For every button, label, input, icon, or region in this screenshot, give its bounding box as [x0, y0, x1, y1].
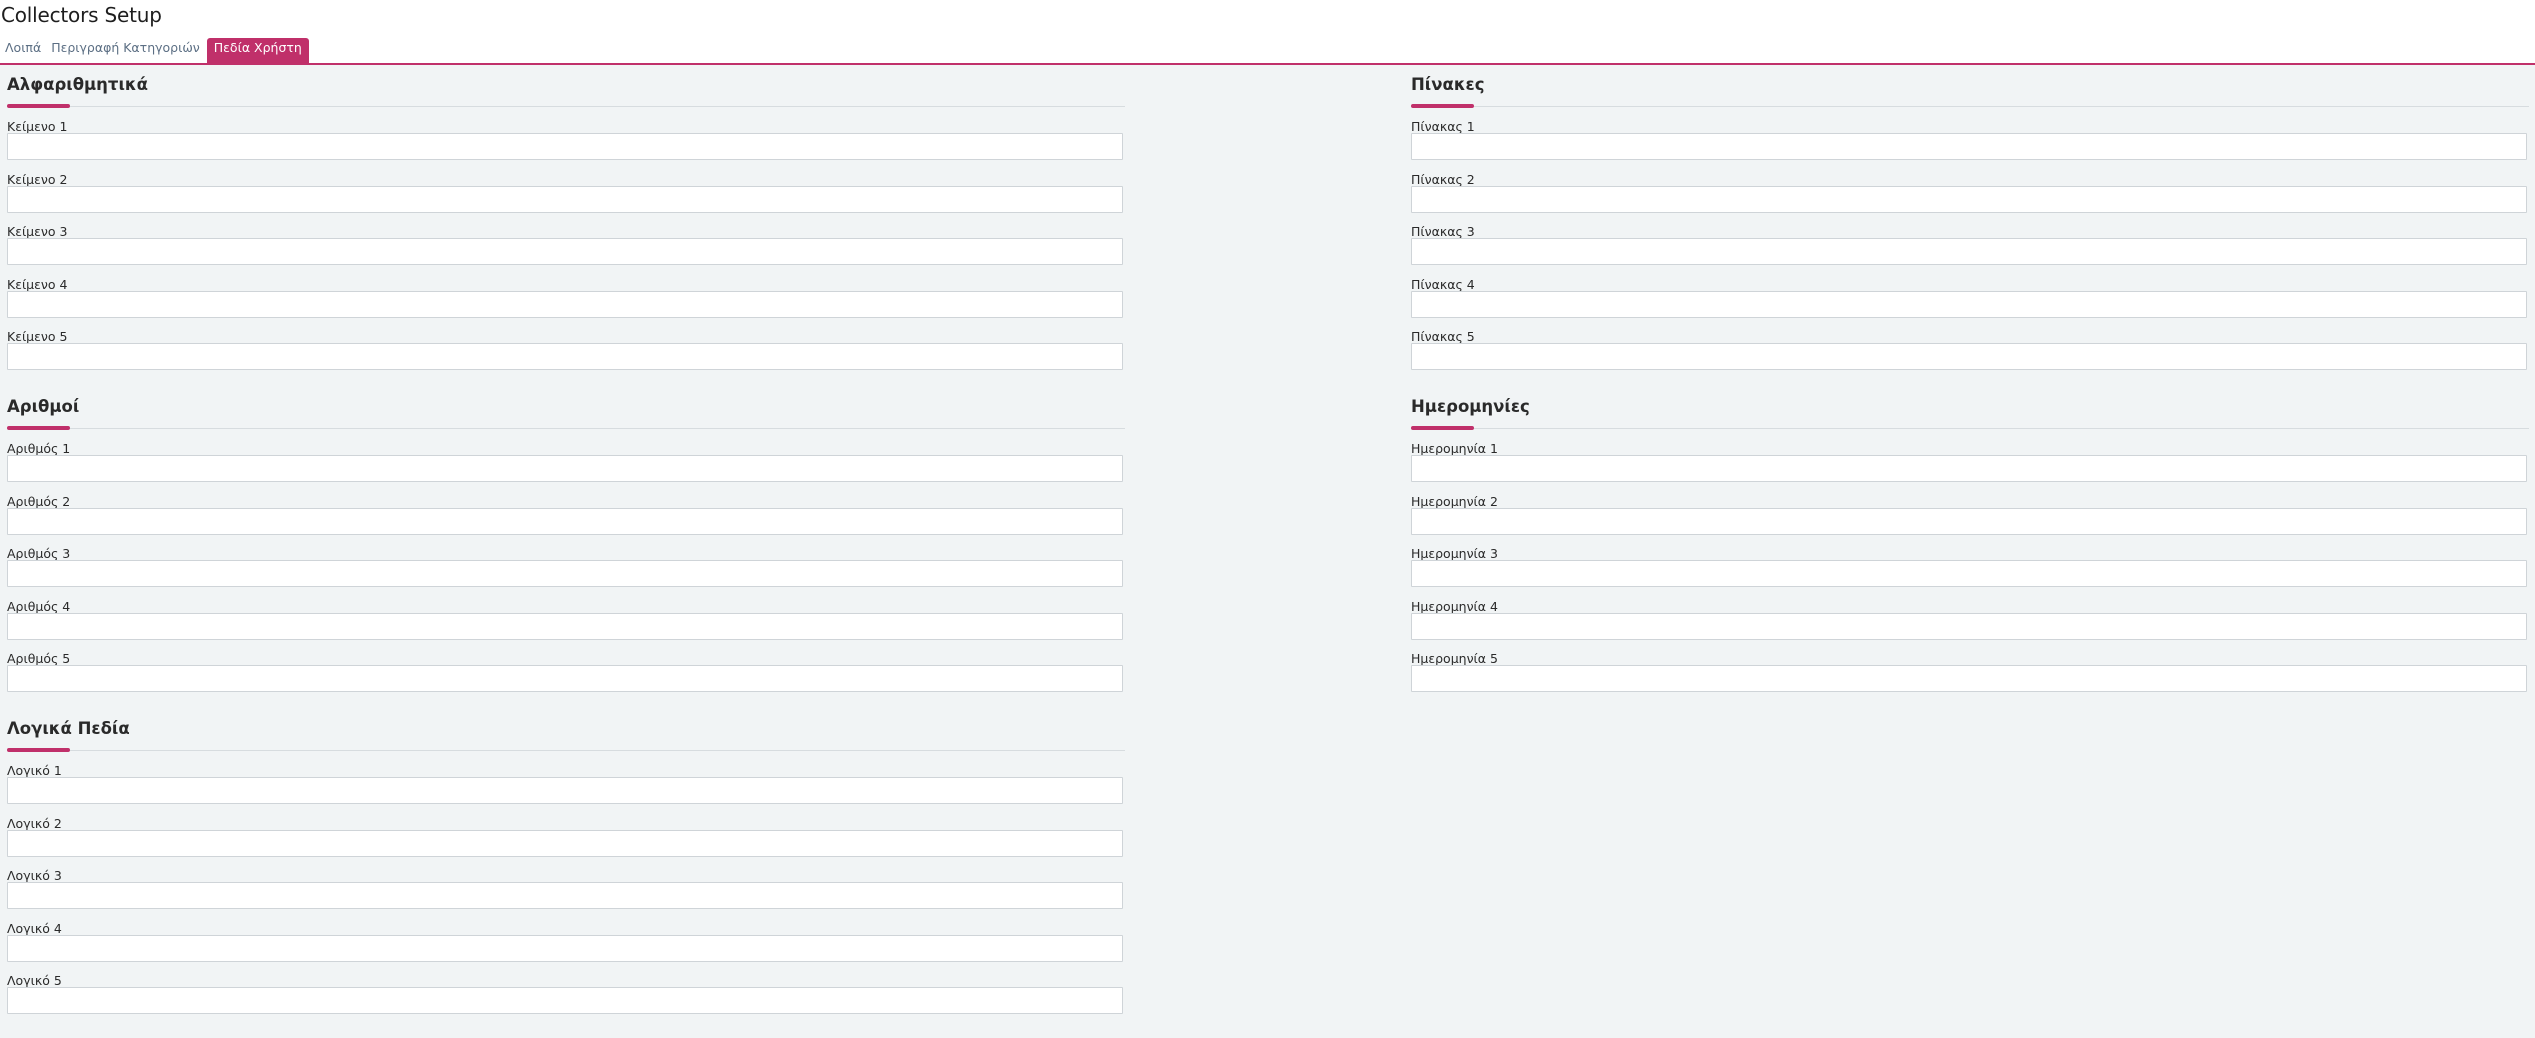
section-title: Λογικά Πεδία	[7, 719, 130, 738]
page-title: Collectors Setup	[1, 3, 162, 27]
table-3-input[interactable]	[1411, 238, 2527, 265]
field-label: Λογικό 4	[7, 921, 62, 936]
left-column: Αλφαριθμητικά Κείμενο 1 Κείμενο 2 Κείμεν…	[7, 63, 1125, 1029]
section-title: Πίνακες	[1411, 75, 1485, 94]
section-dates: Ημερομηνίες Ημερομηνία 1 Ημερομηνία 2 Ημ…	[1411, 385, 2529, 707]
field-label: Ημερομηνία 1	[1411, 441, 1498, 456]
field-label: Πίνακας 2	[1411, 172, 1475, 187]
field-label: Λογικό 5	[7, 973, 62, 988]
section-numbers: Αριθμοί Αριθμός 1 Αριθμός 2 Αριθμός 3 Αρ…	[7, 385, 1125, 707]
section-title: Ημερομηνίες	[1411, 397, 1530, 416]
section-divider	[1411, 106, 2529, 107]
date-1-input[interactable]	[1411, 455, 2527, 482]
section-title: Αριθμοί	[7, 397, 80, 416]
field-label: Κείμενο 2	[7, 172, 68, 187]
section-logical: Λογικά Πεδία Λογικό 1 Λογικό 2 Λογικό 3 …	[7, 707, 1125, 1029]
number-1-input[interactable]	[7, 455, 1123, 482]
logical-2-input[interactable]	[7, 830, 1123, 857]
right-column: Πίνακες Πίνακας 1 Πίνακας 2 Πίνακας 3 Πί…	[1411, 63, 2529, 707]
date-5-input[interactable]	[1411, 665, 2527, 692]
field-label: Λογικό 2	[7, 816, 62, 831]
section-accent-bar	[7, 748, 70, 752]
field-label: Κείμενο 5	[7, 329, 68, 344]
text-4-input[interactable]	[7, 291, 1123, 318]
header: Collectors Setup Λοιπά Περιγραφή Κατηγορ…	[0, 0, 2535, 65]
table-1-input[interactable]	[1411, 133, 2527, 160]
text-2-input[interactable]	[7, 186, 1123, 213]
field-label: Αριθμός 4	[7, 599, 71, 614]
field-label: Πίνακας 3	[1411, 224, 1475, 239]
field-label: Ημερομηνία 5	[1411, 651, 1498, 666]
field-label: Αριθμός 2	[7, 494, 71, 509]
field-label: Αριθμός 3	[7, 546, 71, 561]
table-4-input[interactable]	[1411, 291, 2527, 318]
number-2-input[interactable]	[7, 508, 1123, 535]
field-label: Ημερομηνία 3	[1411, 546, 1498, 561]
section-accent-bar	[1411, 426, 1474, 430]
section-alphanumeric: Αλφαριθμητικά Κείμενο 1 Κείμενο 2 Κείμεν…	[7, 63, 1125, 385]
date-3-input[interactable]	[1411, 560, 2527, 587]
table-2-input[interactable]	[1411, 186, 2527, 213]
number-3-input[interactable]	[7, 560, 1123, 587]
logical-5-input[interactable]	[7, 987, 1123, 1014]
tab-bar: Λοιπά Περιγραφή Κατηγοριών Πεδία Χρήστη	[0, 38, 309, 63]
field-label: Ημερομηνία 2	[1411, 494, 1498, 509]
logical-4-input[interactable]	[7, 935, 1123, 962]
section-divider	[7, 106, 1125, 107]
text-5-input[interactable]	[7, 343, 1123, 370]
date-2-input[interactable]	[1411, 508, 2527, 535]
table-5-input[interactable]	[1411, 343, 2527, 370]
section-accent-bar	[1411, 104, 1474, 108]
section-divider	[7, 428, 1125, 429]
field-label: Κείμενο 1	[7, 119, 68, 134]
field-label: Κείμενο 4	[7, 277, 68, 292]
number-4-input[interactable]	[7, 613, 1123, 640]
field-label: Αριθμός 5	[7, 651, 71, 666]
section-accent-bar	[7, 104, 70, 108]
field-label: Πίνακας 1	[1411, 119, 1475, 134]
number-5-input[interactable]	[7, 665, 1123, 692]
field-label: Κείμενο 3	[7, 224, 68, 239]
section-accent-bar	[7, 426, 70, 430]
tab-user-fields[interactable]: Πεδία Χρήστη	[206, 38, 309, 63]
section-divider	[1411, 428, 2529, 429]
section-title: Αλφαριθμητικά	[7, 75, 148, 94]
field-label: Ημερομηνία 4	[1411, 599, 1498, 614]
field-label: Πίνακας 4	[1411, 277, 1475, 292]
section-tables: Πίνακες Πίνακας 1 Πίνακας 2 Πίνακας 3 Πί…	[1411, 63, 2529, 385]
field-label: Πίνακας 5	[1411, 329, 1475, 344]
tab-misc[interactable]: Λοιπά	[0, 38, 46, 63]
text-3-input[interactable]	[7, 238, 1123, 265]
section-divider	[7, 750, 1125, 751]
field-label: Αριθμός 1	[7, 441, 71, 456]
logical-3-input[interactable]	[7, 882, 1123, 909]
date-4-input[interactable]	[1411, 613, 2527, 640]
tab-category-descriptions[interactable]: Περιγραφή Κατηγοριών	[46, 38, 205, 63]
field-label: Λογικό 3	[7, 868, 62, 883]
field-label: Λογικό 1	[7, 763, 62, 778]
logical-1-input[interactable]	[7, 777, 1123, 804]
text-1-input[interactable]	[7, 133, 1123, 160]
